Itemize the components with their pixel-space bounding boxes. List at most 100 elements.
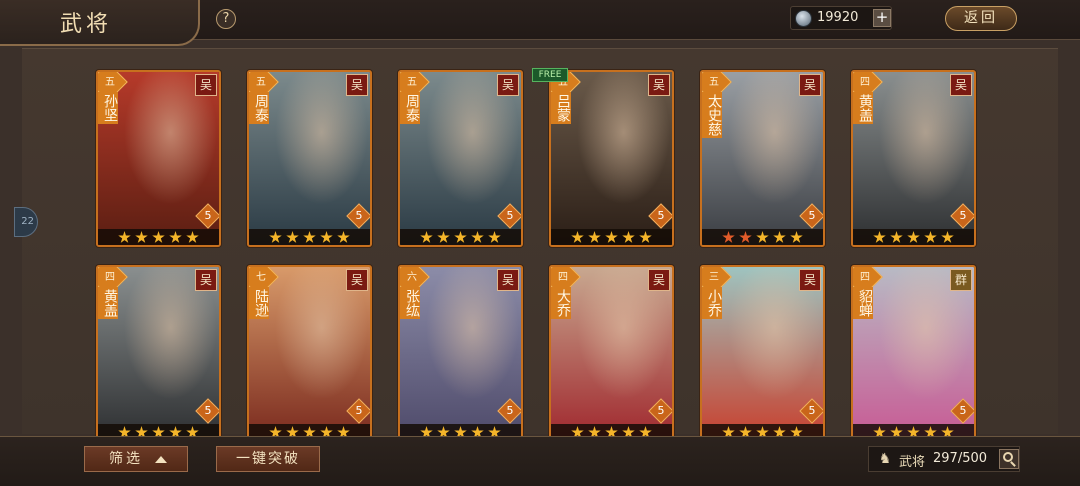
general-name: 大乔: [551, 287, 571, 319]
star-icon: [588, 231, 601, 243]
count-label: 武将: [899, 455, 926, 470]
filter-button[interactable]: 筛选: [84, 446, 188, 472]
general-card[interactable]: 四黄盖 吴 5: [851, 70, 976, 247]
currency-display: 19920 +: [790, 6, 892, 30]
rank-text: 六: [407, 272, 417, 283]
star-icon: [756, 231, 769, 243]
level-text: 5: [808, 404, 816, 417]
star-icon: [471, 231, 484, 243]
level-text: 5: [506, 404, 514, 417]
star-icon: [790, 231, 803, 243]
back-button[interactable]: 返回: [945, 6, 1017, 31]
currency-value: 19920: [817, 10, 859, 25]
help-button[interactable]: ?: [216, 9, 236, 29]
general-card[interactable]: 三小乔 吴 5: [700, 265, 825, 442]
side-tab[interactable]: 22: [14, 207, 38, 237]
faction-badge: 吴: [195, 74, 217, 96]
general-name: 周泰: [249, 92, 269, 124]
general-card[interactable]: 五太史慈 吴 5: [700, 70, 825, 247]
rank-text: 五: [105, 77, 115, 88]
star-icon: [118, 231, 131, 243]
star-icon: [605, 231, 618, 243]
star-icon: [873, 231, 886, 243]
general-name: 小乔: [702, 287, 722, 319]
faction-badge: 吴: [346, 74, 368, 96]
general-name: 黄盖: [853, 92, 873, 124]
star-icon: [924, 231, 937, 243]
star-icon: [269, 231, 282, 243]
star-rating: [702, 229, 823, 245]
star-icon: [622, 231, 635, 243]
add-currency-button[interactable]: +: [873, 9, 891, 27]
faction-badge: 吴: [648, 269, 670, 291]
star-icon: [571, 231, 584, 243]
faction-badge: 吴: [950, 74, 972, 96]
star-icon: [286, 231, 299, 243]
star-icon: [420, 231, 433, 243]
search-button[interactable]: [999, 449, 1019, 469]
star-icon: [454, 231, 467, 243]
faction-badge: 吴: [799, 269, 821, 291]
general-card[interactable]: 四貂蝉 群 5: [851, 265, 976, 442]
faction-badge: 群: [950, 269, 972, 291]
faction-badge: 吴: [497, 269, 519, 291]
faction-badge: 吴: [346, 269, 368, 291]
rank-text: 七: [256, 272, 266, 283]
rank-text: 四: [860, 272, 870, 283]
level-text: 5: [657, 404, 665, 417]
star-icon: [722, 231, 735, 243]
star-icon: [890, 231, 903, 243]
rank-text: 五: [709, 77, 719, 88]
general-card[interactable]: 四黄盖 吴 5: [96, 265, 221, 442]
rank-text: 五: [256, 77, 266, 88]
general-card[interactable]: 五吕蒙吴 5: [549, 70, 674, 247]
star-rating: [249, 229, 370, 245]
star-icon: [320, 231, 333, 243]
star-icon: [907, 231, 920, 243]
general-name: 周泰: [400, 92, 420, 124]
star-icon: [337, 231, 350, 243]
star-icon: [303, 231, 316, 243]
rank-text: 四: [558, 272, 568, 283]
rank-text: 五: [407, 77, 417, 88]
star-rating: [853, 229, 974, 245]
level-text: 5: [204, 404, 212, 417]
general-name: 太史慈: [702, 92, 722, 138]
star-icon: [135, 231, 148, 243]
star-icon: [186, 231, 199, 243]
general-card[interactable]: 五周泰 吴 5: [398, 70, 523, 247]
level-text: 5: [355, 404, 363, 417]
faction-badge: 吴: [497, 74, 519, 96]
general-card[interactable]: 六张纮 吴 5: [398, 265, 523, 442]
general-card[interactable]: 五孙坚 吴 5: [96, 70, 221, 247]
general-name: 黄盖: [98, 287, 118, 319]
general-card[interactable]: 四大乔 吴 5: [549, 265, 674, 442]
level-text: 5: [506, 209, 514, 222]
star-icon: [169, 231, 182, 243]
level-text: 5: [959, 209, 967, 222]
rank-text: 四: [860, 77, 870, 88]
level-text: 5: [959, 404, 967, 417]
filter-label: 筛选: [109, 451, 143, 467]
general-name: 孙坚: [98, 92, 118, 124]
faction-badge: 吴: [195, 269, 217, 291]
star-icon: [437, 231, 450, 243]
level-text: 5: [657, 209, 665, 222]
star-rating: [98, 229, 219, 245]
title-plate: 武将: [0, 0, 200, 46]
page-title: 武将: [60, 12, 113, 37]
star-icon: [739, 231, 752, 243]
level-text: 5: [355, 209, 363, 222]
star-icon: [941, 231, 954, 243]
faction-badge: 吴: [648, 74, 670, 96]
one-click-breakthrough-button[interactable]: 一键突破: [216, 446, 320, 472]
faction-badge: 吴: [799, 74, 821, 96]
star-icon: [488, 231, 501, 243]
level-text: 5: [808, 209, 816, 222]
star-icon: [639, 231, 652, 243]
general-name: 吕蒙: [551, 92, 571, 124]
general-card[interactable]: 七陆逊 吴 5: [247, 265, 372, 442]
count-value: 297/500: [933, 451, 988, 466]
general-name: 貂蝉: [853, 287, 873, 319]
general-card[interactable]: 五周泰 吴 5: [247, 70, 372, 247]
